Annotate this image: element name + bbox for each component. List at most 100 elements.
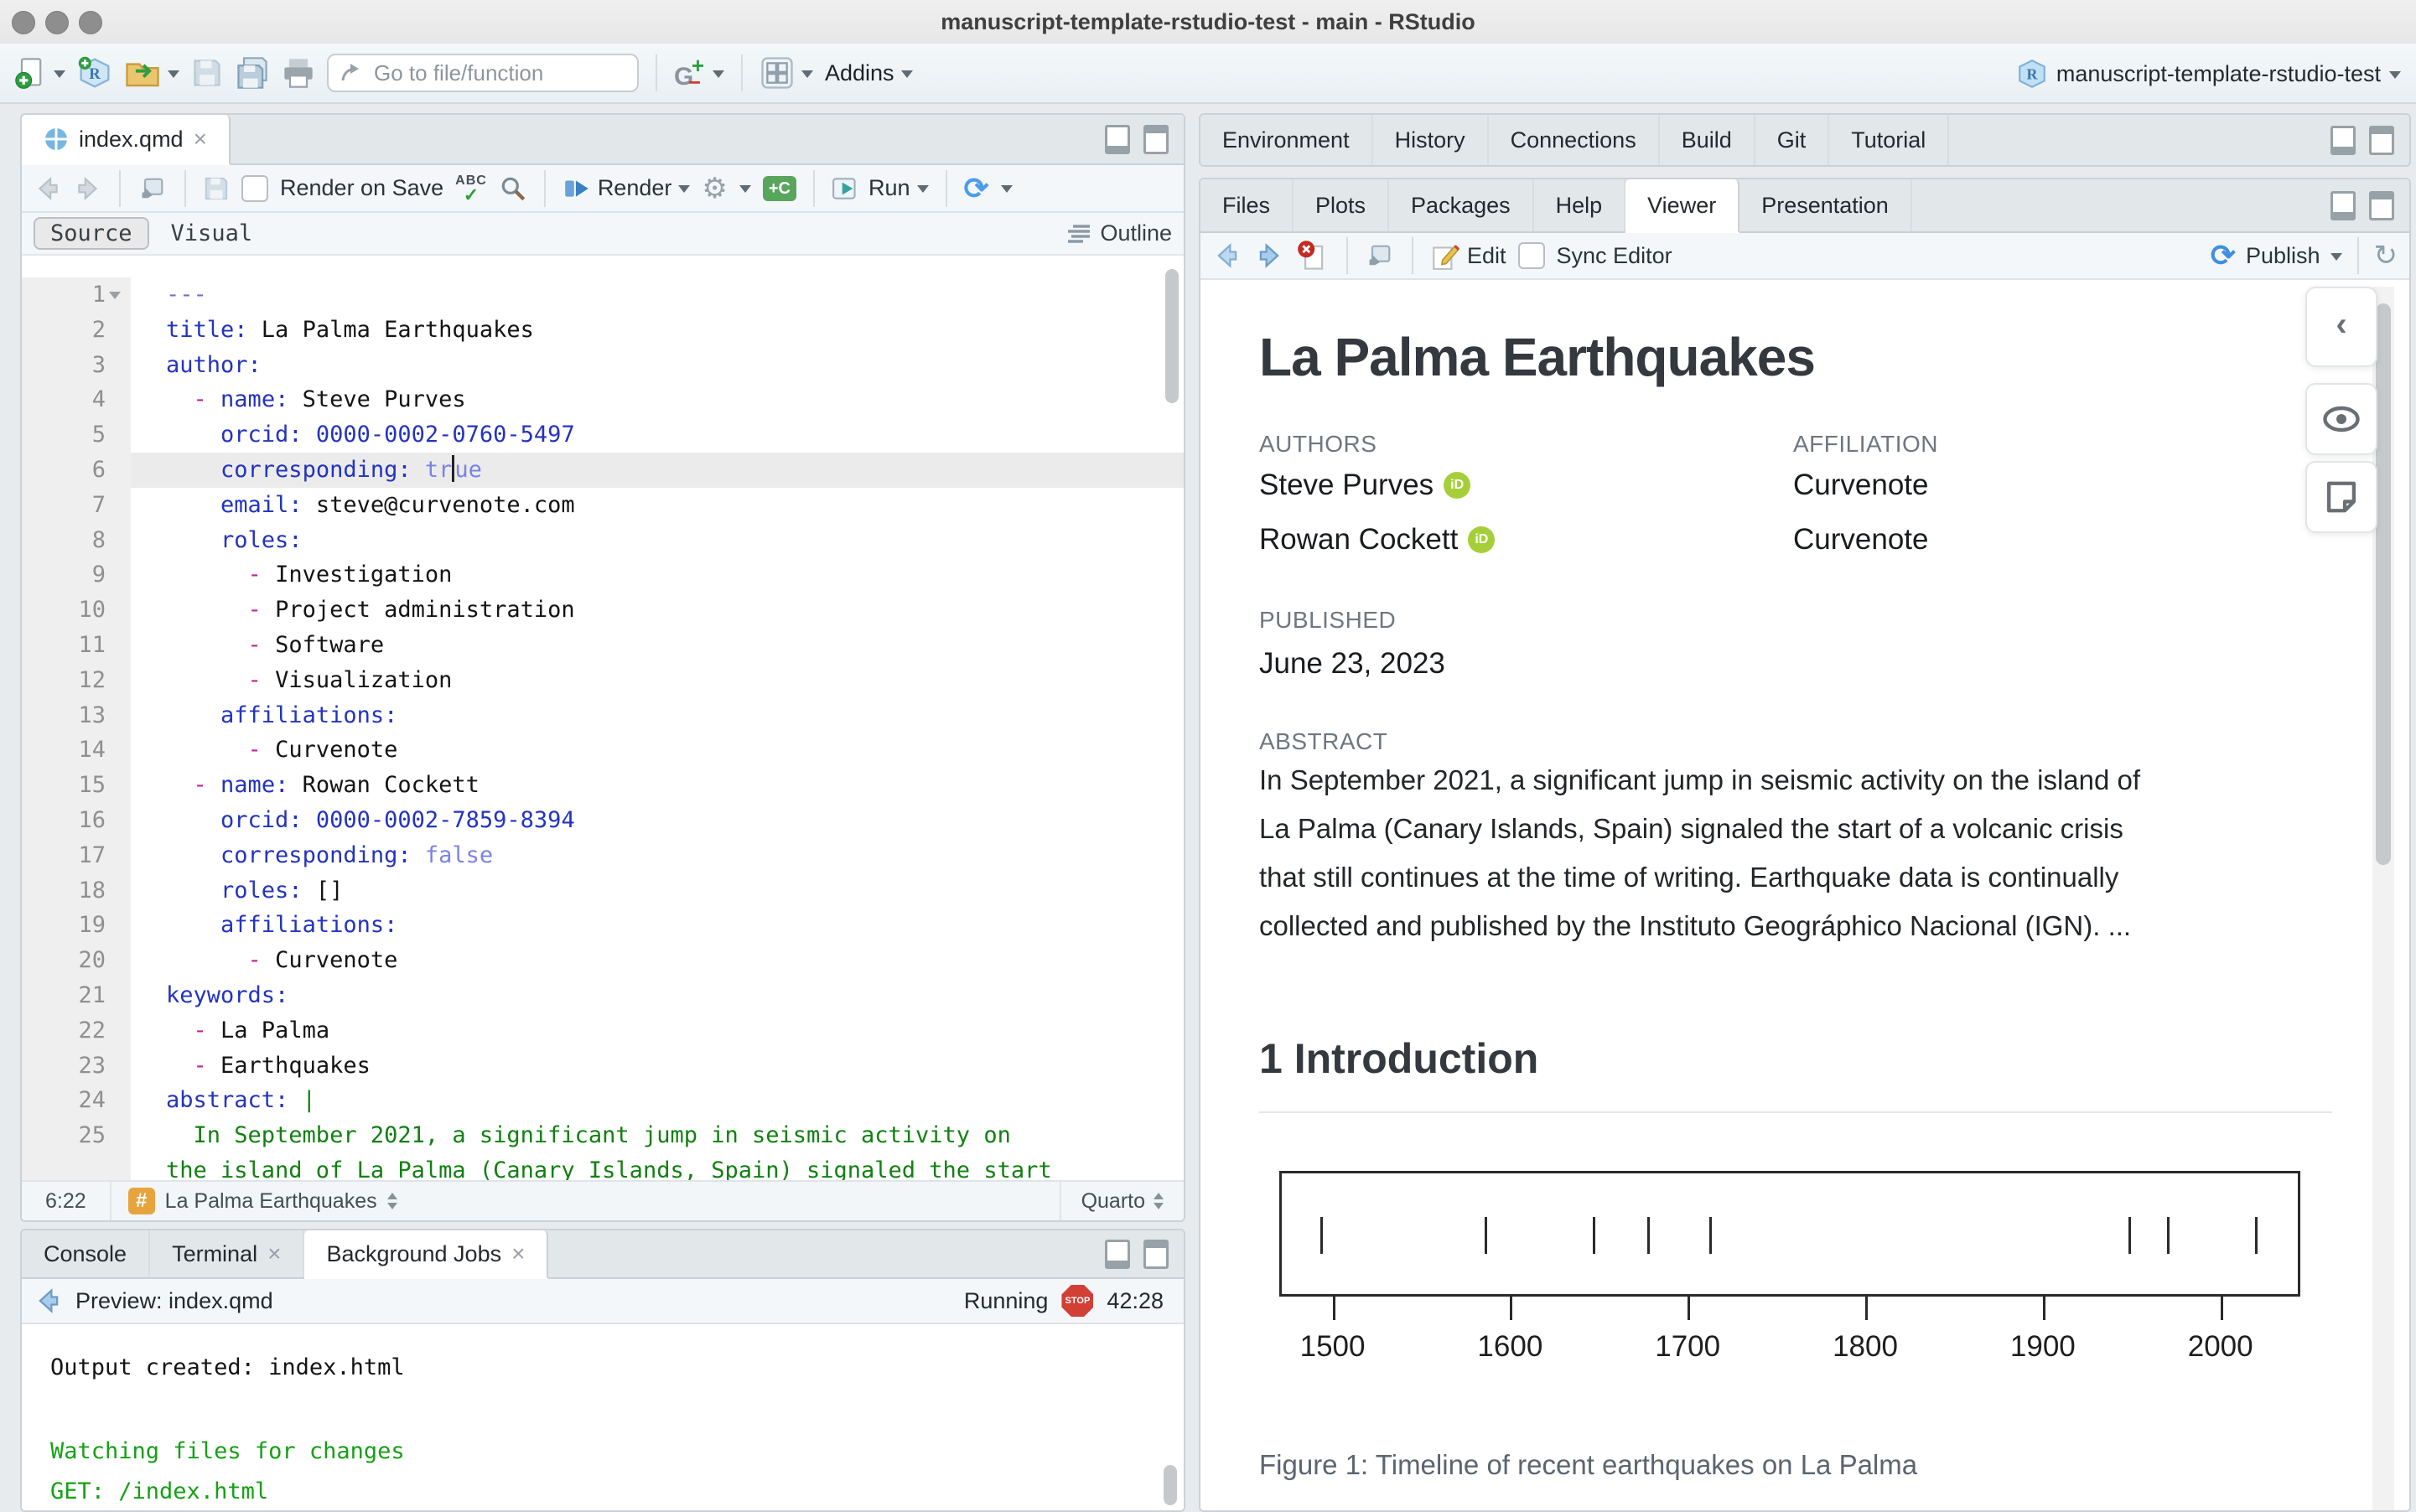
sync-editor-checkbox[interactable] — [1517, 242, 1545, 269]
maximize-panel-icon[interactable] — [1143, 1239, 1169, 1269]
back-icon[interactable] — [34, 174, 62, 203]
code-line[interactable]: 6 corresponding: tr ue — [22, 452, 1184, 488]
forward-icon[interactable] — [74, 174, 102, 203]
code-line[interactable]: 25 In September 2021, a significant jump… — [22, 1118, 1184, 1153]
stop-job-icon[interactable]: STOP — [1061, 1285, 1094, 1317]
tab-plots[interactable]: Plots — [1294, 179, 1390, 231]
fold-arrow-icon[interactable] — [109, 292, 121, 305]
minimize-panel-icon[interactable] — [1105, 124, 1130, 154]
version-control-button[interactable]: G + − — [674, 53, 724, 95]
close-tab-icon[interactable]: × — [511, 1242, 525, 1266]
code-line[interactable]: 20 - Curvenote — [22, 943, 1184, 978]
maximize-panel-icon[interactable] — [1143, 124, 1169, 154]
close-tab-icon[interactable]: × — [267, 1242, 281, 1266]
tab-files[interactable]: Files — [1200, 179, 1294, 231]
code-line[interactable]: 21 keywords: — [22, 977, 1184, 1013]
note-button[interactable] — [2305, 461, 2377, 533]
eye-button[interactable] — [2305, 383, 2377, 455]
edit-button[interactable]: Edit — [1430, 241, 1506, 271]
orcid-icon[interactable]: iD — [1468, 526, 1496, 553]
goto-file-input[interactable] — [372, 59, 627, 87]
code-editor[interactable]: 1 --- 2 title: La Palma Earthquakes 3 author:… — [22, 256, 1184, 1182]
tab-console[interactable]: Console — [22, 1230, 151, 1277]
forward-icon[interactable] — [1254, 241, 1284, 271]
code-line[interactable]: 8 roles: — [22, 522, 1184, 558]
orcid-icon[interactable]: iD — [1444, 472, 1471, 499]
job-output[interactable]: Output created: index.html Watching files… — [22, 1324, 1184, 1510]
save-button[interactable] — [191, 57, 223, 89]
tab-background-jobs[interactable]: Background Jobs × — [304, 1230, 549, 1279]
tab-index-qmd[interactable]: index.qmd × — [22, 115, 231, 165]
project-selector[interactable]: R manuscript-template-rstudio-test — [2016, 44, 2401, 104]
code-line[interactable]: 19 affiliations: — [22, 908, 1184, 944]
spellcheck-icon[interactable]: ABC ✓ — [455, 173, 487, 204]
minimize-panel-icon[interactable] — [2330, 125, 2356, 155]
run-button[interactable]: Run — [832, 175, 929, 202]
minimize-panel-icon[interactable] — [2330, 190, 2356, 220]
code-line[interactable]: 7 email: steve@curvenote.com — [22, 487, 1184, 523]
tab-viewer[interactable]: Viewer — [1625, 179, 1740, 233]
render-on-save-checkbox[interactable] — [241, 174, 268, 202]
code-line[interactable]: 12 - Visualization — [22, 662, 1184, 698]
refresh-icon[interactable]: ↻ — [2374, 241, 2398, 270]
tab-help[interactable]: Help — [1534, 179, 1626, 231]
file-format-selector[interactable]: Quarto — [1059, 1182, 1184, 1220]
tab-environment[interactable]: Environment — [1200, 115, 1373, 165]
goto-file-search[interactable] — [327, 54, 639, 92]
code-line[interactable]: 5 orcid: 0000-0002-0760-5497 — [22, 417, 1184, 453]
new-file-button[interactable] — [13, 56, 65, 90]
workspace-panes-button[interactable] — [760, 55, 813, 91]
viewer-scrollbar[interactable] — [2376, 303, 2391, 865]
code-line[interactable]: 22 - La Palma — [22, 1012, 1184, 1049]
popout-window-icon[interactable] — [137, 173, 168, 204]
code-line[interactable]: 16 orcid: 0000-0002-7859-8394 — [22, 802, 1184, 838]
back-icon[interactable] — [34, 1286, 64, 1316]
code-line[interactable]: 3 author: — [22, 347, 1184, 383]
code-line[interactable]: 4 - name: Steve Purves — [22, 382, 1184, 418]
code-line[interactable]: 15 - name: Rowan Cockett — [22, 768, 1184, 803]
addins-button[interactable]: Addins — [825, 60, 913, 86]
code-line[interactable]: 10 - Project administration — [22, 593, 1184, 628]
popout-window-icon[interactable] — [1365, 241, 1395, 271]
insert-chunk-icon[interactable]: +C — [762, 175, 796, 201]
code-line[interactable]: 14 - Curvenote — [22, 733, 1184, 769]
minimize-panel-icon[interactable] — [1105, 1239, 1130, 1269]
code-line[interactable]: 2 title: La Palma Earthquakes — [22, 312, 1184, 348]
render-button[interactable]: Render — [563, 174, 691, 203]
outline-button[interactable]: Outline — [1065, 220, 1172, 246]
code-line[interactable]: 13 affiliations: — [22, 697, 1184, 733]
code-line[interactable]: 23 - Earthquakes — [22, 1048, 1184, 1084]
back-icon[interactable] — [1212, 241, 1242, 271]
open-file-button[interactable] — [124, 56, 179, 90]
maximize-panel-icon[interactable] — [2369, 190, 2394, 220]
tab-packages[interactable]: Packages — [1389, 179, 1534, 231]
new-project-button[interactable]: R — [77, 55, 112, 91]
rerun-icon[interactable]: ⟳ — [964, 173, 989, 204]
code-line[interactable]: 9 - Investigation — [22, 557, 1184, 593]
maximize-panel-icon[interactable] — [2369, 125, 2394, 155]
publish-button[interactable]: Publish — [2246, 243, 2320, 269]
tab-connections[interactable]: Connections — [1489, 115, 1660, 165]
code-line[interactable]: the island of La Palma (Canary Islands, … — [22, 1152, 1184, 1182]
code-line[interactable]: 11 - Software — [22, 627, 1184, 663]
source-mode-button[interactable]: Source — [34, 217, 149, 250]
visual-mode-button[interactable]: Visual — [156, 219, 268, 248]
code-line[interactable]: 17 corresponding: false — [22, 837, 1184, 873]
code-line[interactable]: 18 roles: [] — [22, 873, 1184, 909]
save-all-button[interactable] — [235, 56, 270, 90]
code-line[interactable]: 1 --- — [22, 277, 1184, 313]
save-icon[interactable] — [203, 175, 230, 202]
tab-build[interactable]: Build — [1660, 115, 1755, 165]
print-button[interactable] — [282, 57, 315, 89]
clear-viewer-icon[interactable] — [1296, 239, 1330, 272]
symbol-selector[interactable]: # La Palma Earthquakes — [109, 1182, 1060, 1220]
code-line[interactable]: 24 abstract: | — [22, 1083, 1184, 1119]
collapse-button[interactable]: ‹ — [2305, 287, 2377, 367]
tab-history[interactable]: History — [1373, 115, 1489, 165]
gear-icon[interactable]: ⚙ — [702, 174, 727, 203]
tab-terminal[interactable]: Terminal × — [150, 1230, 305, 1277]
close-tab-icon[interactable]: × — [194, 127, 207, 151]
tab-git[interactable]: Git — [1755, 115, 1830, 165]
tab-tutorial[interactable]: Tutorial — [1829, 115, 1950, 165]
editor-scrollbar[interactable] — [1165, 269, 1179, 403]
